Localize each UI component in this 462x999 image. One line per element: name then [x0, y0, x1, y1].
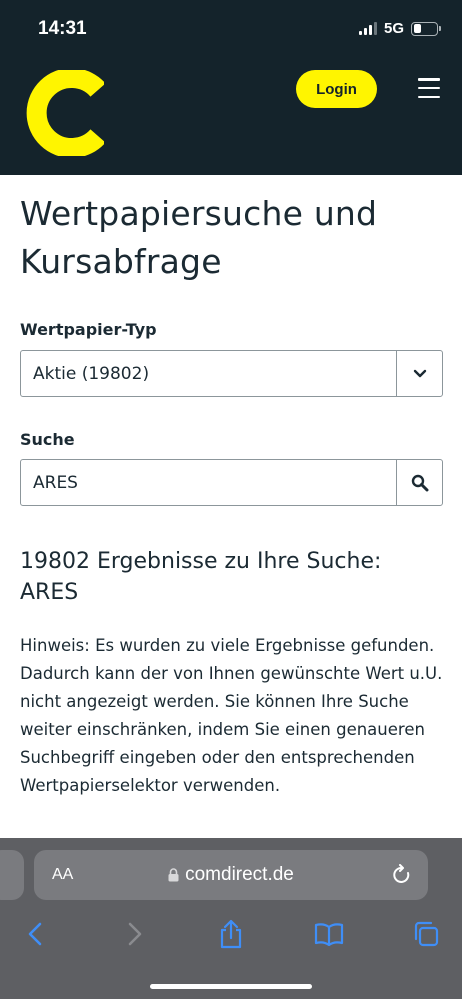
hamburger-menu-icon[interactable]: [418, 78, 440, 98]
previous-tab-preview[interactable]: [0, 850, 24, 900]
tabs-icon[interactable]: [408, 916, 444, 952]
home-indicator[interactable]: [150, 984, 312, 989]
cellular-signal-icon: [358, 22, 377, 35]
security-type-select[interactable]: Aktie (19802): [20, 350, 443, 397]
search-icon[interactable]: [396, 460, 442, 505]
share-icon[interactable]: [213, 916, 249, 952]
browser-toolbar: AA comdirect.de: [0, 838, 462, 999]
bookmarks-icon[interactable]: [311, 916, 347, 952]
results-heading: 19802 Ergebnisse zu Ihre Suche: ARES: [20, 549, 382, 605]
back-icon[interactable]: [17, 916, 53, 952]
browser-nav-bar: [0, 916, 462, 952]
site-header: 14:31 5G Login: [0, 0, 462, 175]
security-type-label: Wertpapier-Typ: [20, 320, 157, 339]
network-type: 5G: [383, 20, 404, 37]
url-display[interactable]: comdirect.de: [34, 864, 428, 886]
status-indicators: 5G: [358, 20, 441, 37]
comdirect-logo-icon[interactable]: [26, 70, 104, 156]
main-content: Wertpapiersuche und Kursabfrage Wertpapi…: [20, 190, 444, 795]
search-label: Suche: [20, 430, 75, 449]
status-time: 14:31: [38, 18, 87, 39]
url-text: comdirect.de: [185, 864, 294, 885]
reload-icon[interactable]: [392, 864, 412, 886]
hint-text: Hinweis: Es wurden zu viele Ergebnisse g…: [20, 636, 443, 795]
login-button[interactable]: Login: [296, 70, 377, 108]
address-bar[interactable]: AA comdirect.de: [34, 850, 428, 900]
lock-icon: [168, 868, 179, 882]
security-type-value[interactable]: Aktie (19802): [21, 351, 396, 396]
page-title: Wertpapiersuche und Kursabfrage: [20, 194, 378, 281]
forward-icon[interactable]: [117, 916, 153, 952]
battery-icon: [411, 21, 441, 36]
search-input[interactable]: ARES: [21, 460, 396, 505]
chevron-down-icon[interactable]: [396, 351, 442, 396]
search-field[interactable]: ARES: [20, 459, 443, 506]
